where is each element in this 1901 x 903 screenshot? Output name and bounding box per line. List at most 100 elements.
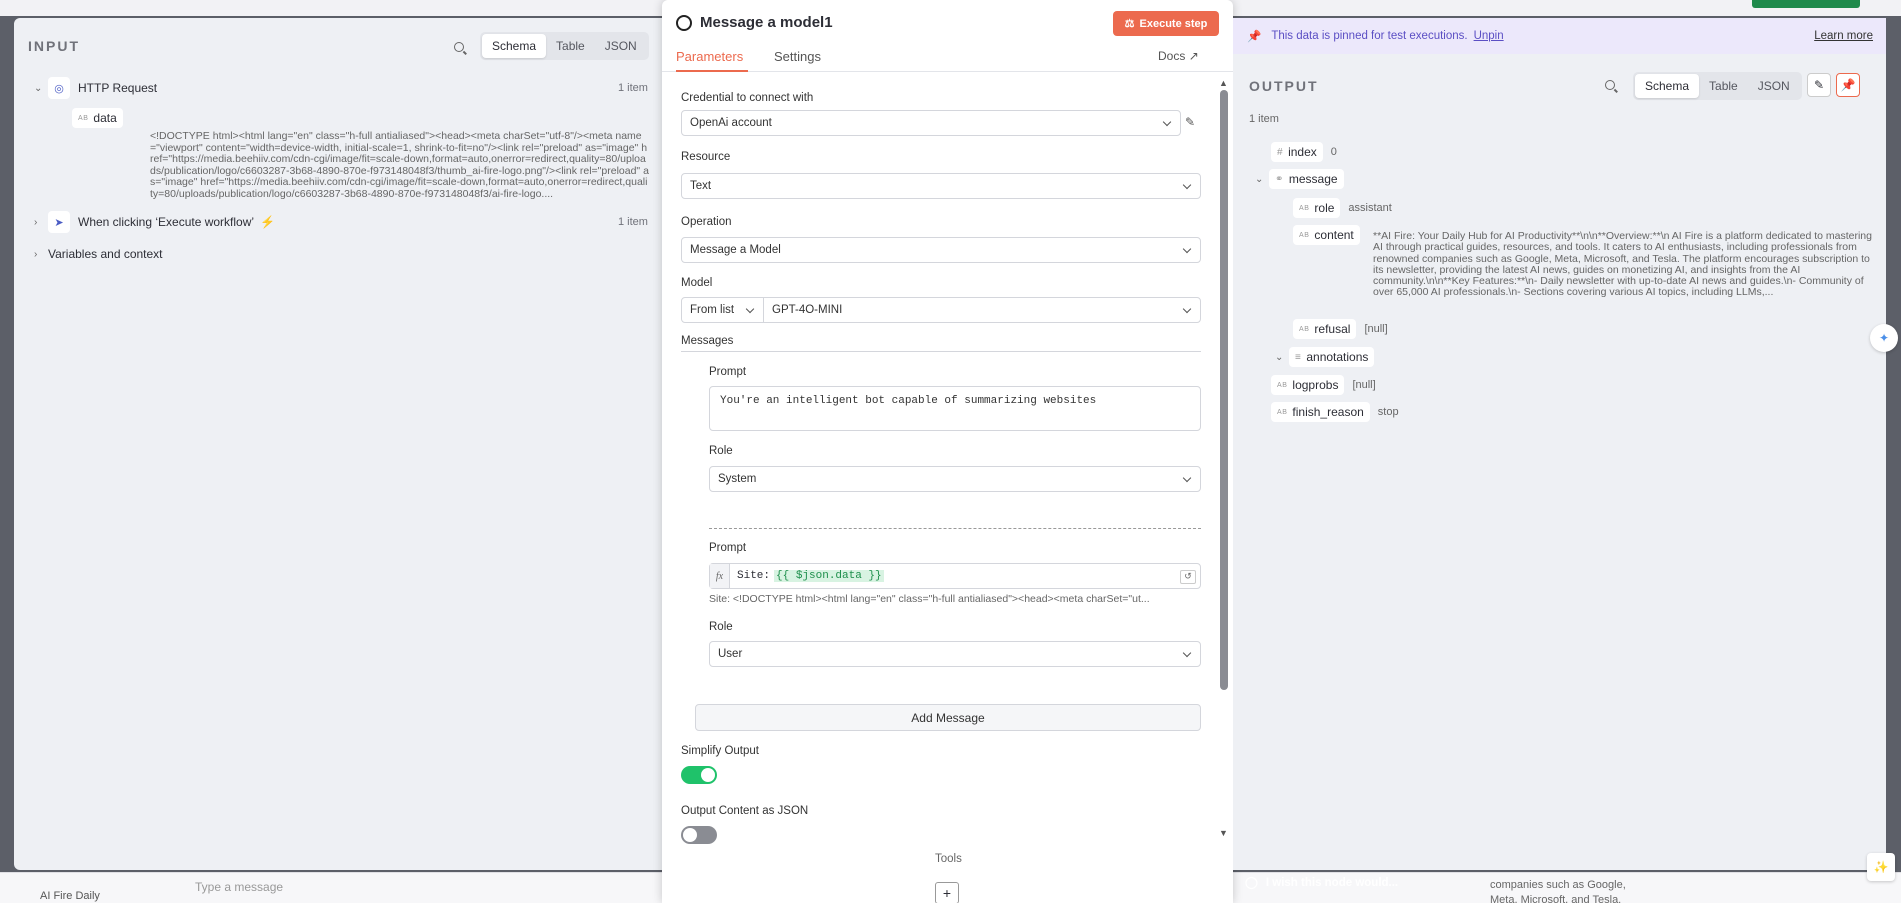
tab-parameters[interactable]: Parameters	[676, 49, 743, 64]
tree-data-field[interactable]: A B data	[72, 108, 123, 128]
search-icon[interactable]	[1605, 80, 1615, 90]
learn-more-link[interactable]: Learn more	[1814, 30, 1873, 42]
external-link-icon: ↗	[1188, 49, 1199, 63]
refusal-value: [null]	[1364, 323, 1388, 335]
simplify-output-toggle[interactable]	[681, 766, 717, 784]
output-view-schema[interactable]: Schema	[1635, 74, 1700, 98]
scroll-up-icon[interactable]: ▲	[1219, 78, 1228, 88]
unpin-button[interactable]: 📌	[1836, 73, 1860, 97]
chevron-right-icon[interactable]: ›	[34, 217, 48, 228]
field-message[interactable]: ⌄ ⚭ message	[1255, 169, 1344, 189]
chevron-down-icon[interactable]: ⌄	[34, 83, 48, 94]
chevron-down-icon	[1182, 648, 1192, 658]
feedback-prompt[interactable]: ◯ I wish this node would...	[1245, 875, 1398, 889]
model-select[interactable]: GPT-4O-MINI	[763, 297, 1201, 323]
execute-step-button[interactable]: ⚖ Execute step	[1113, 11, 1219, 36]
chevron-down-icon	[1182, 473, 1192, 483]
msg1-role-select[interactable]: System	[709, 466, 1201, 492]
content-value: **AI Fire: Your Daily Hub for AI Product…	[1373, 230, 1872, 299]
canvas-save-button[interactable]	[1752, 0, 1860, 8]
data-value: <!DOCTYPE html><html lang="en" class="h-…	[150, 130, 649, 200]
json-output-toggle[interactable]	[681, 826, 717, 844]
scrollbar-thumb[interactable]	[1220, 90, 1228, 690]
role-key-pill[interactable]: A B role	[1293, 198, 1341, 218]
string-type-icon: A B	[1277, 381, 1287, 389]
input-view-table[interactable]: Table	[546, 34, 595, 58]
pencil-icon: ✎	[1813, 78, 1825, 92]
output-view-json[interactable]: JSON	[1748, 74, 1800, 98]
chat-session-label[interactable]: AI Fire Daily	[40, 890, 100, 902]
sparkle-icon[interactable]: ✨	[1867, 853, 1895, 881]
field-refusal[interactable]: A B refusal [null]	[1293, 319, 1388, 339]
data-key-pill[interactable]: A B data	[72, 108, 123, 128]
chevron-right-icon[interactable]: ›	[34, 249, 48, 260]
annotations-key-pill[interactable]: ≡ annotations	[1289, 347, 1375, 367]
globe-icon: ◎	[48, 77, 70, 99]
content-key: content	[1314, 228, 1354, 242]
msg2-expression-input[interactable]: fx Site: {{ $json.data }} ↺	[709, 563, 1201, 589]
chevron-down-icon[interactable]: ⌄	[1255, 174, 1269, 185]
output-view-table[interactable]: Table	[1699, 74, 1748, 98]
add-message-button[interactable]: Add Message	[695, 704, 1201, 731]
model-mode-select[interactable]: From list	[681, 297, 764, 323]
content-key-pill[interactable]: A B content	[1293, 225, 1360, 245]
chevron-down-icon	[1162, 117, 1172, 127]
message-divider	[709, 528, 1201, 529]
chat-input[interactable]: Type a message	[195, 880, 283, 894]
index-key-pill[interactable]: # index	[1271, 142, 1323, 162]
output-title: OUTPUT	[1249, 78, 1319, 94]
field-finish-reason[interactable]: A B finish_reason stop	[1271, 402, 1399, 422]
edit-pencil-icon[interactable]: ✎	[1185, 115, 1195, 129]
index-key: index	[1288, 145, 1317, 159]
operation-select[interactable]: Message a Model	[681, 237, 1201, 263]
resource-select[interactable]: Text	[681, 173, 1201, 199]
input-view-schema[interactable]: Schema	[482, 34, 547, 58]
edit-output-button[interactable]: ✎	[1807, 73, 1831, 97]
field-logprobs[interactable]: A B logprobs [null]	[1271, 375, 1376, 395]
chevron-down-icon[interactable]: ⌄	[1275, 352, 1289, 363]
lightning-icon: ⚡	[260, 215, 276, 229]
tree-trigger[interactable]: › ➤ When clicking ‘Execute workflow’ ⚡	[34, 211, 275, 233]
unpin-link[interactable]: Unpin	[1474, 30, 1504, 42]
messages-label: Messages	[681, 335, 734, 347]
refusal-key-pill[interactable]: A B refusal	[1293, 319, 1357, 339]
execute-step-label: Execute step	[1139, 17, 1208, 30]
input-view-json[interactable]: JSON	[595, 34, 647, 58]
tree-variables[interactable]: › Variables and context	[34, 247, 163, 261]
active-tab-underline	[676, 70, 748, 72]
string-type-icon: A B	[1277, 408, 1287, 416]
field-annotations[interactable]: ⌄ ≡ annotations	[1275, 347, 1375, 367]
msg2-preview: Site: <!DOCTYPE html><html lang="en" cla…	[709, 593, 1150, 605]
number-type-icon: #	[1277, 146, 1283, 158]
logprobs-key-pill[interactable]: A B logprobs	[1271, 375, 1345, 395]
data-key-label: data	[93, 111, 117, 125]
finish-key-pill[interactable]: A B finish_reason	[1271, 402, 1370, 422]
scroll-down-icon[interactable]: ▼	[1219, 828, 1228, 838]
field-content[interactable]: A B content	[1293, 225, 1360, 245]
msg1-prompt-input[interactable]: You're an intelligent bot capable of sum…	[709, 386, 1201, 431]
toggle-knob	[683, 828, 697, 842]
tree-http-request[interactable]: ⌄ ◎ HTTP Request	[34, 77, 157, 99]
role-key: role	[1314, 201, 1335, 215]
tab-settings[interactable]: Settings	[774, 49, 821, 64]
add-tool-button[interactable]: +	[935, 882, 959, 903]
expand-icon[interactable]: ↺	[1180, 570, 1196, 584]
input-panel: INPUT Schema Table JSON ⌄ ◎ HTTP Request…	[14, 18, 662, 870]
msg2-role-select[interactable]: User	[709, 641, 1201, 667]
resource-label: Resource	[681, 151, 731, 163]
pinned-text: This data is pinned for test executions.	[1271, 30, 1468, 42]
message-key-pill[interactable]: ⚭ message	[1269, 169, 1344, 189]
credential-select[interactable]: OpenAi account	[681, 110, 1181, 136]
ai-assist-icon[interactable]: ✦	[1870, 324, 1898, 352]
chevron-down-icon	[1182, 244, 1192, 254]
search-icon[interactable]	[454, 42, 464, 52]
credential-label: Credential to connect with	[681, 92, 814, 104]
field-role[interactable]: A B role assistant	[1293, 198, 1392, 218]
msg2-expression-token: {{ $json.data }}	[774, 570, 884, 582]
node-parameters-panel: Message a model1 ⚖ Execute step Paramete…	[662, 0, 1233, 903]
node-title[interactable]: Message a model1	[700, 14, 833, 31]
docs-link[interactable]: Docs ↗	[1158, 49, 1199, 63]
annotations-key: annotations	[1306, 350, 1369, 364]
resource-value: Text	[690, 180, 712, 192]
field-index[interactable]: # index 0	[1271, 142, 1337, 162]
